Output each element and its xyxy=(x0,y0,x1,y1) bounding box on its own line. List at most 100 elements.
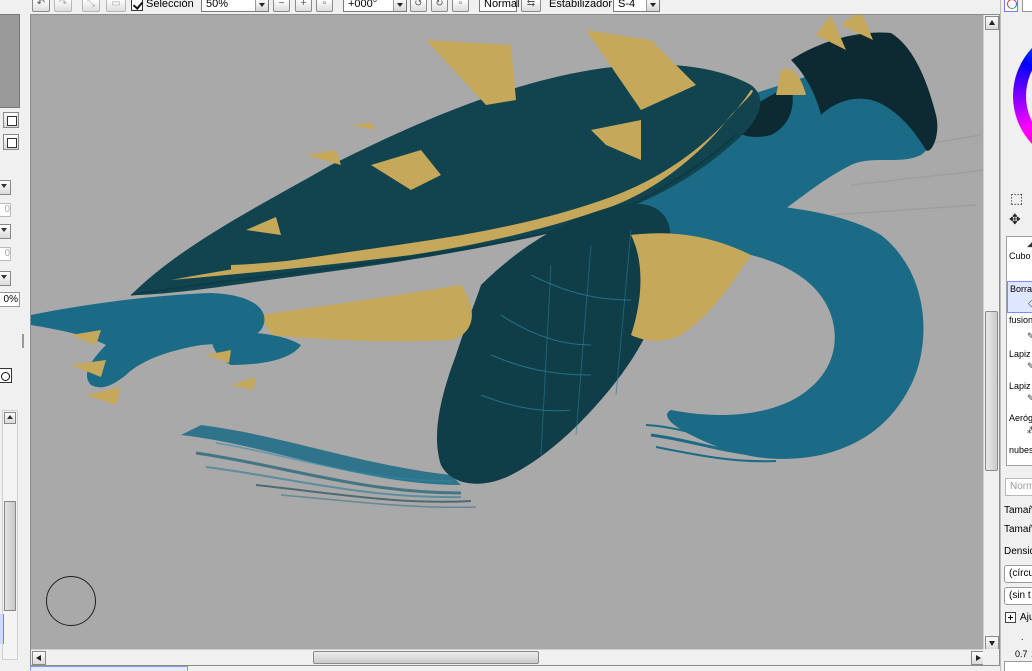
stabilizer-label: Estabilizador xyxy=(549,0,612,10)
zoom-in-icon: + xyxy=(300,0,307,9)
left-panel: 0 0 0% xyxy=(0,14,24,671)
canvas-vertical-thumb[interactable] xyxy=(985,311,998,471)
left-dropdown-2[interactable] xyxy=(0,224,11,239)
chevron-down-icon xyxy=(255,0,268,11)
blend-mode-value: Normal xyxy=(484,0,520,10)
rotation-select[interactable]: +000° xyxy=(343,0,407,12)
canvas-horizontal-thumb[interactable] xyxy=(313,651,539,664)
zoom-value: 50% xyxy=(206,0,229,10)
selection-mode-button[interactable]: ▭ xyxy=(106,0,126,12)
tool-nubes[interactable]: nubes xyxy=(1007,437,1032,469)
tool-label: Cubo xyxy=(1009,251,1031,261)
density-label: Densid xyxy=(1004,546,1032,557)
zoom-reset-button[interactable]: ▫ xyxy=(316,0,333,12)
tool-label: Aerógr xyxy=(1009,413,1032,423)
navigator-button-1[interactable] xyxy=(3,112,19,128)
rotation-value: +000° xyxy=(348,0,378,10)
zoom-out-icon: − xyxy=(278,0,285,9)
left-dropdown-3[interactable] xyxy=(0,271,11,286)
layer-list-scroll-thumb[interactable] xyxy=(4,501,16,611)
scroll-left-icon[interactable] xyxy=(32,651,46,665)
main-toolbar: ↶ ↷ ⤡ ▭ Selección 50% − + ▫ +000° ↺ ↻ ▫ … xyxy=(0,0,1000,14)
brush-texture-select[interactable]: (sin t xyxy=(1004,587,1032,605)
deselect-button[interactable]: ⤡ xyxy=(82,0,100,12)
brush-tool-list: ◢ Cubo Borrad ◇ fusion ✎ Lapiz ✎ Lapiz ✎… xyxy=(1006,236,1032,466)
navigator-thumbnail[interactable] xyxy=(0,14,20,108)
rotate-right-button[interactable]: ↻ xyxy=(431,0,448,12)
blend-mode-field[interactable]: Normal xyxy=(479,0,520,12)
tool-label: nubes xyxy=(1009,445,1032,455)
left-field-b[interactable]: 0 xyxy=(0,247,11,261)
left-field-a[interactable]: 0 xyxy=(0,203,11,217)
brush-mode-field[interactable]: Norm xyxy=(1005,478,1032,496)
chevron-down-icon xyxy=(393,0,406,11)
left-dropdown-1[interactable] xyxy=(0,180,11,195)
selected-layer-edge[interactable] xyxy=(0,614,4,644)
belly-plate xyxy=(631,233,751,341)
undo-icon: ↶ xyxy=(36,0,46,9)
panel-splitter[interactable] xyxy=(22,334,24,348)
zoom-reset-icon: ▫ xyxy=(322,0,327,9)
canvas-horizontal-scrollbar[interactable] xyxy=(31,649,986,665)
redo-button[interactable]: ↷ xyxy=(54,0,72,12)
scroll-up-icon[interactable] xyxy=(985,16,999,30)
brush-shape-select[interactable]: (círcu xyxy=(1004,565,1032,583)
right-panel: ⬚ ✥ ◢ Cubo Borrad ◇ fusion ✎ Lapiz ✎ Lap… xyxy=(1000,0,1032,671)
scroll-down-icon[interactable] xyxy=(985,636,999,650)
tool-label: Lapiz xyxy=(1009,381,1031,391)
tool-label: fusion xyxy=(1009,315,1032,325)
scale-field[interactable] xyxy=(1004,661,1032,671)
bucket-icon: ◢ xyxy=(1027,238,1032,248)
rotate-reset-button[interactable]: ▫ xyxy=(452,0,469,12)
undo-button[interactable]: ↶ xyxy=(32,0,50,12)
canvas-vertical-scrollbar[interactable] xyxy=(983,15,999,651)
flip-button[interactable]: ⇆ xyxy=(521,0,541,12)
zoom-in-button[interactable]: + xyxy=(295,0,312,12)
airbrush-icon: ⁂ xyxy=(1027,425,1032,435)
color-wheel[interactable] xyxy=(1013,26,1032,166)
tool-label: Lapiz xyxy=(1009,349,1031,359)
selection-label: Selección xyxy=(146,0,194,10)
document-tab[interactable] xyxy=(30,666,188,671)
deselect-icon: ⤡ xyxy=(87,0,95,9)
move-icon[interactable]: ✥ xyxy=(1009,212,1021,226)
tool-cubo[interactable]: ◢ Cubo xyxy=(1007,237,1032,269)
color-wheel-tab[interactable] xyxy=(1004,0,1018,12)
selection-checkbox[interactable] xyxy=(131,0,143,11)
canvas-view[interactable] xyxy=(30,14,1000,666)
expand-advanced-icon[interactable] xyxy=(1005,612,1016,623)
rotate-left-button[interactable]: ↺ xyxy=(410,0,427,12)
rotate-reset-icon: ▫ xyxy=(458,0,463,9)
flip-icon: ⇆ xyxy=(526,0,536,9)
tool-aerografo[interactable]: Aerógr ⁂ xyxy=(1007,405,1032,437)
tool-lapiz-1[interactable]: Lapiz ✎ xyxy=(1007,339,1032,371)
scroll-up-icon[interactable] xyxy=(4,412,16,424)
select-rect-icon[interactable]: ⬚ xyxy=(1010,191,1023,205)
pencil-icon: ✎ xyxy=(1027,361,1032,371)
tool-borrador[interactable]: Borrad ◇ xyxy=(1007,281,1032,313)
min-size-label: Tamañ xyxy=(1004,524,1032,535)
size-label: Tamañ xyxy=(1004,505,1032,516)
navigator-button-2[interactable] xyxy=(3,134,19,150)
tool-lapiz-2[interactable]: Lapiz ✎ xyxy=(1007,373,1032,405)
selection-mode-icon: ▭ xyxy=(111,0,121,9)
brush-cursor xyxy=(46,576,96,626)
redo-icon: ↷ xyxy=(58,0,68,9)
layer-radio[interactable] xyxy=(0,368,12,383)
rotate-right-icon: ↻ xyxy=(435,0,444,9)
tool-label: Borrad xyxy=(1010,284,1032,294)
pencil-icon: ✎ xyxy=(1027,393,1032,403)
scroll-corner xyxy=(983,649,999,665)
advanced-settings-label: Aju xyxy=(1020,612,1032,623)
layer-list-scrollbar[interactable] xyxy=(2,410,18,660)
layer-opacity-field[interactable]: 0% xyxy=(0,292,20,307)
rotate-left-icon: ↺ xyxy=(414,0,423,9)
stabilizer-value: S-4 xyxy=(618,0,636,10)
zoom-select[interactable]: 50% xyxy=(201,0,269,12)
chevron-down-icon xyxy=(646,0,659,11)
scale-value-a: 0.7 xyxy=(1015,649,1028,659)
rear-flipper-fins xyxy=(181,425,477,509)
stabilizer-select[interactable]: S-4 xyxy=(613,0,660,12)
color-panel-tab-2[interactable] xyxy=(1022,0,1032,12)
zoom-out-button[interactable]: − xyxy=(273,0,290,12)
